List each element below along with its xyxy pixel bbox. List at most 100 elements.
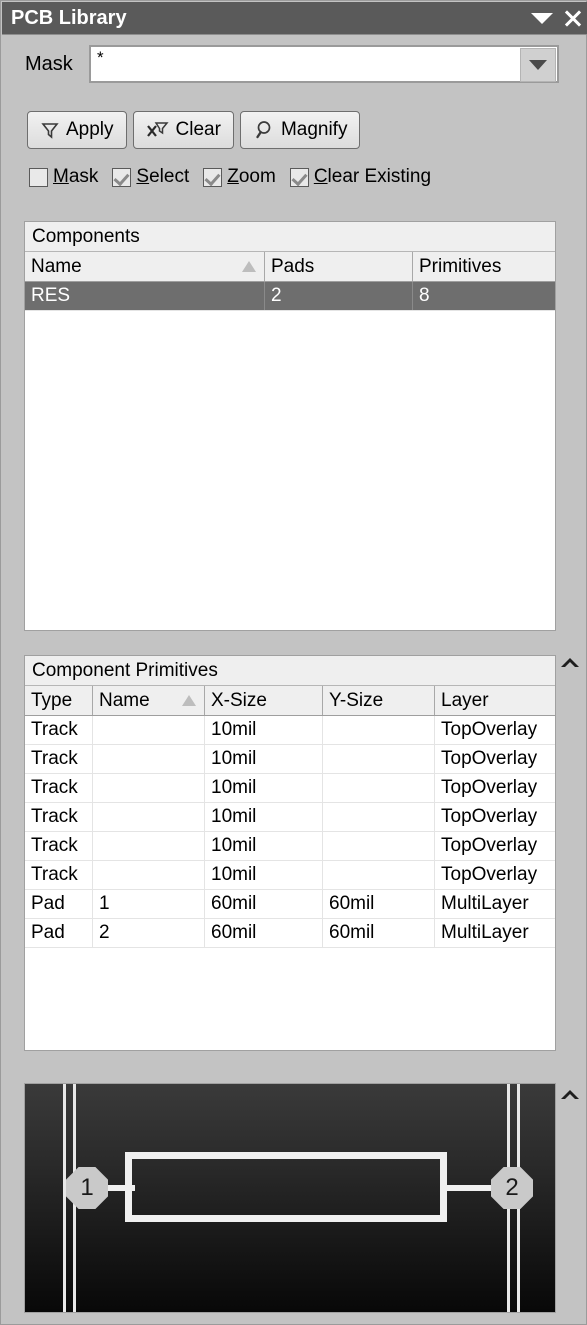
component-primitives-cell: 8 <box>419 285 430 306</box>
close-icon <box>563 9 581 27</box>
primitive-name-cell <box>93 716 205 744</box>
components-header-primitives[interactable]: Primitives <box>413 252 555 281</box>
primitive-type-cell: Track <box>25 803 93 831</box>
components-header-primitives-label: Primitives <box>419 255 502 277</box>
mask-input-value: * <box>97 48 104 67</box>
primitives-header-type[interactable]: Type <box>25 686 93 715</box>
primitive-layer-cell: TopOverlay <box>441 748 538 769</box>
primitive-type-cell: Track <box>25 832 93 860</box>
pcb-library-panel: PCB Library Mask * Apply Clear Magnify M… <box>0 0 587 1325</box>
panel-menu-button[interactable] <box>527 3 557 34</box>
table-row[interactable]: Track 10mil TopOverlay <box>25 803 555 832</box>
primitive-x-size-cell: 10mil <box>205 774 323 802</box>
primitive-y-size-cell <box>323 803 435 831</box>
primitive-x-size-cell: 10mil <box>205 803 323 831</box>
primitive-y-size-cell <box>323 716 435 744</box>
footprint-preview[interactable]: 1 2 <box>24 1083 556 1313</box>
components-listbox[interactable]: Components Name Pads Primitives RES 2 8 <box>24 221 556 631</box>
primitive-type-cell: Track <box>25 774 93 802</box>
magnify-button-label: Magnify <box>280 119 348 140</box>
checkbox-select-label: Select <box>136 166 190 187</box>
primitives-header-x-size[interactable]: X-Size <box>205 686 323 715</box>
primitive-name-cell <box>93 774 205 802</box>
component-name-cell: RES <box>25 282 265 310</box>
mask-dropdown-button[interactable] <box>520 48 556 82</box>
pad-1[interactable]: 1 <box>66 1167 108 1209</box>
component-primitives-listbox[interactable]: Component Primitives Type Name X-Size Y-… <box>24 655 556 1051</box>
primitive-y-size-cell <box>323 861 435 889</box>
funnel-icon <box>40 120 60 140</box>
primitives-collapse-button[interactable] <box>557 651 583 673</box>
primitive-y-size-cell <box>323 745 435 773</box>
primitives-header-y-size[interactable]: Y-Size <box>323 686 435 715</box>
pad-lead-right <box>443 1185 493 1191</box>
primitive-layer-cell: TopOverlay <box>441 777 538 798</box>
filter-options-row: Mask Select Zoom Clear Existing <box>29 166 445 188</box>
chevron-up-icon <box>561 1090 579 1099</box>
components-header-pads-label: Pads <box>271 255 315 277</box>
mask-label: Mask <box>25 52 73 75</box>
primitive-layer-cell: TopOverlay <box>441 806 538 827</box>
component-primitives-caption: Component Primitives <box>25 656 555 686</box>
components-header-name[interactable]: Name <box>25 252 265 281</box>
primitive-name-cell <box>93 832 205 860</box>
primitive-y-size-cell: 60mil <box>323 919 435 947</box>
primitive-type-cell: Track <box>25 745 93 773</box>
preview-collapse-button[interactable] <box>557 1083 583 1105</box>
silkscreen-body-outline <box>125 1152 447 1222</box>
sort-ascending-icon <box>242 261 256 272</box>
component-pads-cell: 2 <box>265 282 413 310</box>
preview-guide-line-left-outer <box>63 1084 66 1312</box>
primitive-x-size-cell: 10mil <box>205 716 323 744</box>
table-row[interactable]: Track 10mil TopOverlay <box>25 716 555 745</box>
mask-row: Mask * <box>1 43 587 85</box>
checkbox-mask-label: Mask <box>53 166 99 187</box>
primitive-x-size-cell: 60mil <box>205 890 323 918</box>
checkbox-zoom-label: Zoom <box>227 166 276 187</box>
table-row[interactable]: Track 10mil TopOverlay <box>25 832 555 861</box>
primitive-x-size-cell: 10mil <box>205 745 323 773</box>
chevron-up-icon <box>561 658 579 667</box>
checkbox-select[interactable]: Select <box>112 166 189 188</box>
primitive-name-cell: 1 <box>93 890 205 918</box>
apply-button[interactable]: Apply <box>27 111 127 149</box>
primitive-y-size-cell <box>323 832 435 860</box>
checkbox-clear-existing-box[interactable] <box>289 167 309 187</box>
checkbox-mask-box[interactable] <box>29 167 48 187</box>
checkbox-select-box[interactable] <box>112 167 132 187</box>
mask-input[interactable]: * <box>89 45 559 83</box>
primitive-x-size-cell: 10mil <box>205 832 323 860</box>
table-row[interactable]: Track 10mil TopOverlay <box>25 774 555 803</box>
checkbox-clear-existing-label: Clear Existing <box>313 166 432 187</box>
primitives-header-name-label: Name <box>99 689 150 711</box>
table-row[interactable]: Track 10mil TopOverlay <box>25 861 555 890</box>
components-header-pads[interactable]: Pads <box>265 252 413 281</box>
panel-titlebar: PCB Library <box>2 2 587 35</box>
primitives-header-name[interactable]: Name <box>93 686 205 715</box>
primitives-header-layer[interactable]: Layer <box>435 686 555 715</box>
chevron-down-icon <box>529 60 547 70</box>
checkbox-clear-existing[interactable]: Clear Existing <box>289 166 432 188</box>
pad-2[interactable]: 2 <box>491 1167 533 1209</box>
table-row[interactable]: Pad 1 60mil 60mil MultiLayer <box>25 890 555 919</box>
primitive-layer-cell: TopOverlay <box>441 719 538 740</box>
clear-button[interactable]: Clear <box>132 111 234 149</box>
table-row[interactable]: Pad 2 60mil 60mil MultiLayer <box>25 919 555 948</box>
primitive-type-cell: Track <box>25 861 93 889</box>
table-row[interactable]: RES 2 8 <box>25 282 555 311</box>
magnify-button[interactable]: Magnify <box>239 111 361 149</box>
checkbox-zoom[interactable]: Zoom <box>203 166 276 188</box>
primitive-name-cell <box>93 745 205 773</box>
primitive-y-size-cell: 60mil <box>323 890 435 918</box>
checkbox-zoom-box[interactable] <box>203 167 223 187</box>
triangle-down-icon <box>531 12 553 24</box>
primitive-layer-cell: TopOverlay <box>441 864 538 885</box>
panel-close-button[interactable] <box>557 3 587 34</box>
components-caption: Components <box>25 222 555 252</box>
checkbox-mask[interactable]: Mask <box>29 166 98 188</box>
primitives-rows-container: Track 10mil TopOverlay Track 10mil TopOverlay… <box>25 716 555 948</box>
primitive-x-size-cell: 10mil <box>205 861 323 889</box>
filter-toolbar: Apply Clear Magnify <box>27 111 361 149</box>
table-row[interactable]: Track 10mil TopOverlay <box>25 745 555 774</box>
primitive-name-cell: 2 <box>93 919 205 947</box>
